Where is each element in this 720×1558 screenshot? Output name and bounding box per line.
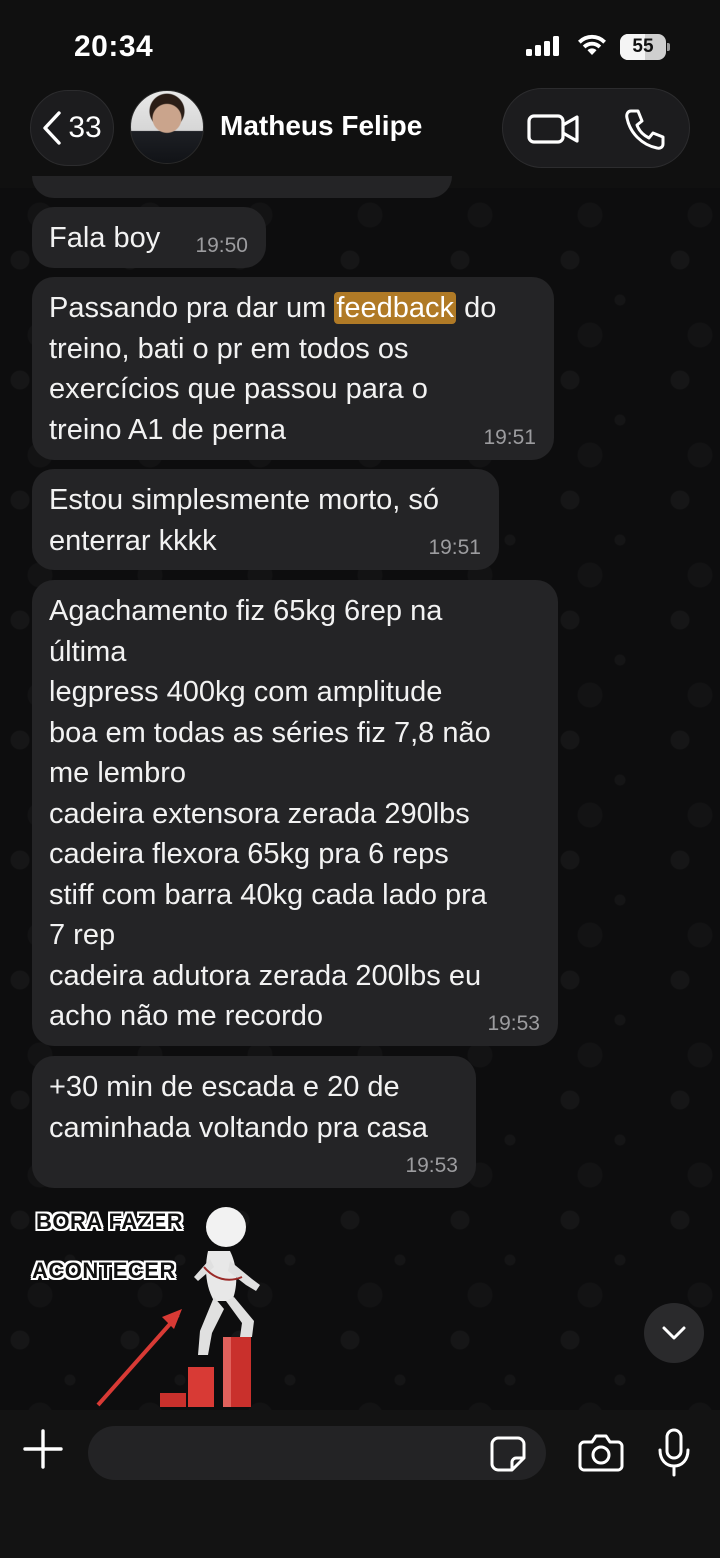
contact-name[interactable]: Matheus Felipe — [220, 110, 422, 142]
message-text: Passando pra dar um feedback do treino, … — [49, 292, 497, 446]
chevron-down-icon — [662, 1326, 686, 1340]
plus-icon[interactable] — [22, 1428, 64, 1470]
message-time: 19:50 — [195, 234, 248, 257]
message-bubble[interactable]: Passando pra dar um feedback do treino, … — [32, 277, 554, 460]
status-time: 20:34 — [74, 30, 154, 63]
message-bubble[interactable]: Estou simplesmente morto, só enterrar kk… — [32, 469, 499, 570]
call-actions — [502, 88, 690, 168]
message-time: 19:53 — [405, 1154, 458, 1177]
message-bubble[interactable]: Agachamento fiz 65kg 6rep na última legp… — [32, 580, 558, 1046]
back-button[interactable]: 33 — [30, 90, 114, 166]
video-camera-icon[interactable] — [527, 109, 581, 149]
signal-icon — [526, 36, 562, 56]
previous-message-edge — [32, 176, 452, 198]
status-bar: 20:34 55 — [0, 0, 720, 88]
battery-icon: 55 — [620, 34, 670, 60]
scroll-down-button[interactable] — [644, 1303, 704, 1363]
message-text: Estou simplesmente morto, só enterrar kk… — [49, 484, 440, 557]
chevron-left-icon — [43, 111, 62, 145]
input-bar — [0, 1410, 720, 1558]
sticker-icon[interactable] — [488, 1434, 528, 1474]
chat-header: 33 Matheus Felipe — [0, 88, 720, 188]
stair-climber-figure — [96, 1207, 260, 1407]
microphone-icon[interactable] — [656, 1428, 692, 1478]
search-highlight: feedback — [334, 292, 457, 324]
wifi-icon — [578, 34, 606, 55]
message-text: Agachamento fiz 65kg 6rep na última legp… — [49, 595, 491, 1032]
message-time: 19:51 — [483, 426, 536, 449]
message-time: 19:51 — [428, 536, 481, 559]
avatar[interactable] — [130, 90, 204, 164]
unread-count: 33 — [68, 111, 102, 144]
sticker-message[interactable]: BORA FAZER ACONTECER — [28, 1205, 278, 1410]
message-time: 19:53 — [487, 1012, 540, 1035]
message-input[interactable] — [88, 1426, 546, 1480]
phone-icon[interactable] — [623, 107, 667, 151]
camera-icon[interactable] — [578, 1432, 624, 1474]
message-bubble[interactable]: +30 min de escada e 20 de caminhada volt… — [32, 1056, 476, 1188]
message-bubble[interactable]: Fala boy 19:50 — [32, 207, 266, 268]
message-text: +30 min de escada e 20 de caminhada volt… — [49, 1071, 428, 1144]
battery-level: 55 — [632, 36, 654, 57]
